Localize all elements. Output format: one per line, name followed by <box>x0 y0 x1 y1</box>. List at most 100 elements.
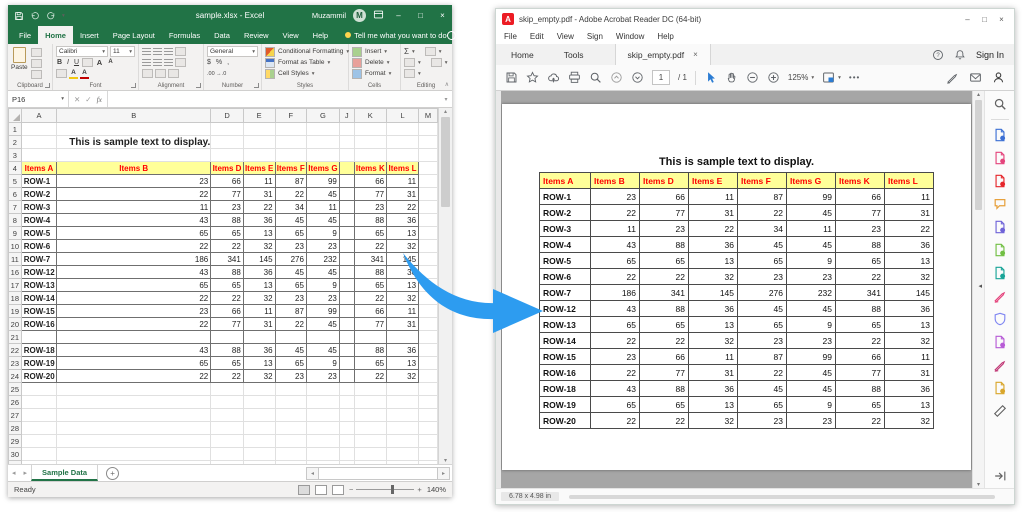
cell-F11[interactable]: 276 <box>275 253 306 266</box>
cell-D11[interactable]: 341 <box>211 253 244 266</box>
cell-E22[interactable]: 36 <box>243 344 275 357</box>
column-header-G[interactable]: G <box>306 109 339 123</box>
increase-indent-icon[interactable] <box>155 69 166 78</box>
cell-F22[interactable]: 45 <box>275 344 306 357</box>
excel-horizontal-scrollbar[interactable]: ◂ ▸ <box>306 467 450 480</box>
cell-F23[interactable]: 65 <box>275 357 306 370</box>
cell-D21[interactable] <box>211 331 244 344</box>
insert-function-icon[interactable]: fx <box>97 95 102 104</box>
tool-scan-ocr-icon[interactable] <box>992 265 1008 281</box>
cell-L3[interactable] <box>387 149 419 162</box>
menu-edit[interactable]: Edit <box>530 32 544 41</box>
tool-combine-files-icon[interactable] <box>992 219 1008 235</box>
cell-G27[interactable] <box>306 409 339 422</box>
cell-B21[interactable] <box>57 331 211 344</box>
cell-E24[interactable]: 32 <box>243 370 275 383</box>
column-header-M[interactable]: M <box>419 109 438 123</box>
cell-B10[interactable]: 22 <box>57 240 211 253</box>
row-header-30[interactable]: 30 <box>9 448 22 461</box>
grow-font-button[interactable]: A <box>95 59 104 67</box>
cell-J27[interactable] <box>339 409 354 422</box>
cell-B18[interactable]: 22 <box>57 292 211 305</box>
cell-G4[interactable]: Items G <box>306 162 339 175</box>
document-tab-close-icon[interactable]: × <box>693 50 698 59</box>
tool-search-tools-icon[interactable] <box>992 96 1008 112</box>
cell-E26[interactable] <box>243 396 275 409</box>
qat-customize-icon[interactable]: ▾ <box>62 13 65 19</box>
cell-K8[interactable]: 88 <box>354 214 387 227</box>
tell-me-box[interactable]: Tell me what you want to do <box>345 26 447 44</box>
sheet-nav-left-icon[interactable]: ◂ <box>8 469 20 477</box>
tool-measure-icon[interactable] <box>992 403 1008 419</box>
cell-G23[interactable]: 9 <box>306 357 339 370</box>
cell-D1[interactable] <box>211 123 244 136</box>
cell-F4[interactable]: Items F <box>275 162 306 175</box>
acrobat-tab-tools[interactable]: Tools <box>549 44 599 65</box>
cell-G22[interactable]: 45 <box>306 344 339 357</box>
row-header-8[interactable]: 8 <box>9 214 22 227</box>
cell-E16[interactable]: 36 <box>243 266 275 279</box>
align-top-icon[interactable] <box>142 48 151 55</box>
cell-B29[interactable] <box>57 435 211 448</box>
cell-F30[interactable] <box>275 448 306 461</box>
cell-B24[interactable]: 22 <box>57 370 211 383</box>
decimal-buttons[interactable]: .00 →.0 <box>207 71 226 77</box>
tool-prepare-form-icon[interactable] <box>992 380 1008 396</box>
column-header-D[interactable]: D <box>211 109 244 123</box>
cell-J3[interactable] <box>339 149 354 162</box>
row-header-16[interactable]: 16 <box>9 266 22 279</box>
cell-E2[interactable] <box>243 136 275 149</box>
border-style-button[interactable] <box>56 69 67 78</box>
row-header-21[interactable]: 21 <box>9 331 22 344</box>
select-tool-icon[interactable] <box>704 71 717 84</box>
column-header-B[interactable]: B <box>57 109 211 123</box>
cell-D29[interactable] <box>211 435 244 448</box>
excel-tab-file[interactable]: File <box>12 26 38 44</box>
acrobat-tab-home[interactable]: Home <box>496 44 549 65</box>
excel-tab-help[interactable]: Help <box>306 26 335 44</box>
cell-F6[interactable]: 22 <box>275 188 306 201</box>
cell-A11[interactable]: ROW-7 <box>21 253 57 266</box>
cell-J24[interactable] <box>339 370 354 383</box>
row-header-11[interactable]: 11 <box>9 253 22 266</box>
cell-A27[interactable] <box>21 409 57 422</box>
pdf-scroll-up-icon[interactable]: ▴ <box>977 91 980 98</box>
orientation-icon[interactable] <box>175 47 186 56</box>
menu-file[interactable]: File <box>504 32 517 41</box>
decrease-indent-icon[interactable] <box>142 69 153 78</box>
row-header-23[interactable]: 23 <box>9 357 22 370</box>
cell-K29[interactable] <box>354 435 387 448</box>
cell-D6[interactable]: 77 <box>211 188 244 201</box>
cell-F19[interactable]: 87 <box>275 305 306 318</box>
format-as-table-button[interactable]: Format as Table▾ <box>265 57 345 68</box>
clear-icon[interactable] <box>404 69 415 78</box>
find-select-icon[interactable] <box>431 58 442 67</box>
row-header-18[interactable]: 18 <box>9 292 22 305</box>
cell-B3[interactable] <box>57 149 211 162</box>
cell-F28[interactable] <box>275 422 306 435</box>
cell-E8[interactable]: 36 <box>243 214 275 227</box>
cell-E19[interactable]: 11 <box>243 305 275 318</box>
vertical-scroll-thumb[interactable] <box>441 117 450 207</box>
print-icon[interactable] <box>568 71 581 84</box>
cell-D16[interactable]: 88 <box>211 266 244 279</box>
fill-color-button[interactable]: A <box>69 69 78 79</box>
collapse-ribbon-icon[interactable]: ∧ <box>445 81 449 88</box>
tool-organize-pages-icon[interactable] <box>992 242 1008 258</box>
cell-J26[interactable] <box>339 396 354 409</box>
cell-D20[interactable]: 77 <box>211 318 244 331</box>
underline-button[interactable]: U <box>73 59 80 66</box>
cell-M23[interactable] <box>419 357 438 370</box>
find-icon[interactable] <box>589 71 602 84</box>
cell-G9[interactable]: 9 <box>306 227 339 240</box>
pdf-scroll-down-icon[interactable]: ▾ <box>977 481 980 488</box>
ribbon-display-options-icon[interactable] <box>373 9 384 22</box>
cell-D5[interactable]: 66 <box>211 175 244 188</box>
pdf-scroll-thumb[interactable] <box>975 100 982 210</box>
cell-K2[interactable] <box>354 136 387 149</box>
zoom-slider[interactable]: − + <box>349 485 422 494</box>
cell-B7[interactable]: 11 <box>57 201 211 214</box>
cell-L26[interactable] <box>387 396 419 409</box>
align-center-icon[interactable] <box>153 59 162 66</box>
cell-M6[interactable] <box>419 188 438 201</box>
